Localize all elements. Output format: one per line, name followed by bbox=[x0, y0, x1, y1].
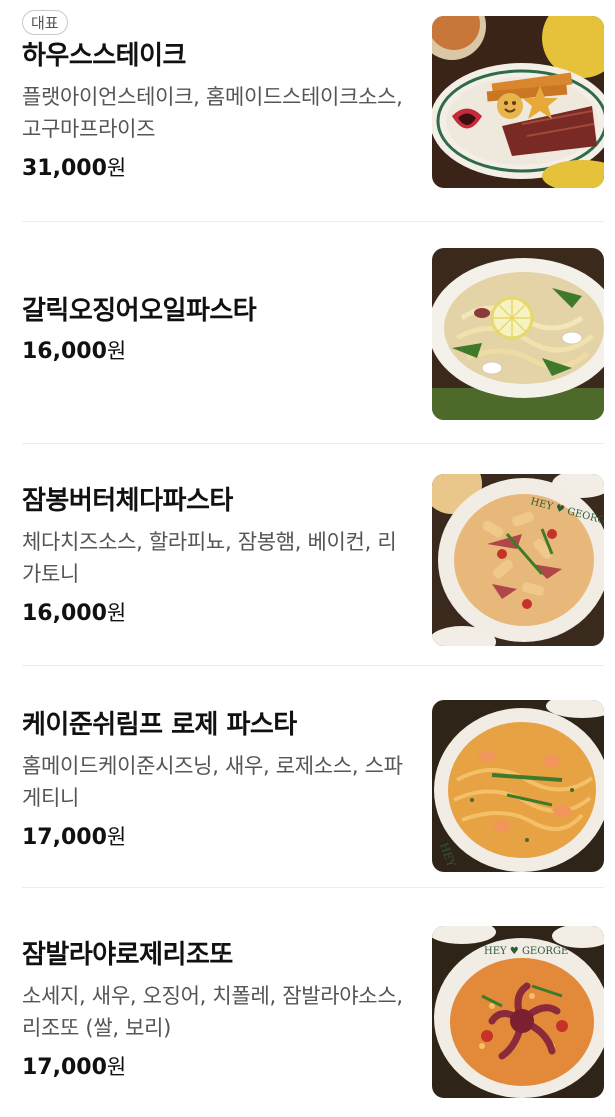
menu-item-name: 잠발라야로제리조또 bbox=[22, 940, 233, 970]
menu-item-price: 16,000원 bbox=[22, 598, 407, 629]
menu-item-jambon-butter-cheddar-pasta[interactable]: 잠봉버터체다파스타 체다치즈소스, 할라피뇨, 잠봉햄, 베이컨, 리가토니 1… bbox=[22, 444, 604, 666]
menu-item-price: 16,000원 bbox=[22, 336, 407, 367]
menu-item-info: 갈릭오징어오일파스타 16,000원 bbox=[22, 294, 407, 367]
rigatoni-pasta-image: HEY ♥ GEORGE bbox=[432, 474, 604, 646]
menu-item-description: 플랫아이언스테이크, 홈메이드스테이크소스, 고구마프라이즈 bbox=[22, 85, 403, 141]
price-value: 16,000 bbox=[22, 601, 107, 626]
oil-pasta-image bbox=[432, 248, 604, 420]
rose-pasta-photo[interactable]: HEY bbox=[432, 700, 604, 872]
price-currency: 원 bbox=[106, 825, 127, 849]
menu-item-info: 잠봉버터체다파스타 체다치즈소스, 할라피뇨, 잠봉햄, 베이컨, 리가토니 1… bbox=[22, 484, 407, 629]
menu-item-info: 대표 하우스스테이크 플랫아이언스테이크, 홈메이드스테이크소스, 고구마프라이… bbox=[22, 10, 407, 184]
price-currency: 원 bbox=[106, 339, 127, 363]
menu-item-price: 17,000원 bbox=[22, 822, 407, 853]
steak-plate-photo[interactable] bbox=[432, 16, 604, 188]
svg-text:HEY ♥ GEORGE: HEY ♥ GEORGE bbox=[484, 946, 568, 957]
price-currency: 원 bbox=[106, 1055, 127, 1079]
menu-item-garlic-squid-oil-pasta[interactable]: 갈릭오징어오일파스타 16,000원 bbox=[22, 222, 604, 444]
menu-item-name: 갈릭오징어오일파스타 bbox=[22, 296, 257, 326]
rigatoni-pasta-photo[interactable]: HEY ♥ GEORGE bbox=[432, 474, 604, 646]
price-value: 16,000 bbox=[22, 339, 107, 364]
menu-item-name: 잠봉버터체다파스타 bbox=[22, 486, 233, 516]
menu-item-description: 소세지, 새우, 오징어, 치폴레, 잠발라야소스, 리조또 (쌀, 보리) bbox=[22, 984, 403, 1040]
menu-item-price: 17,000원 bbox=[22, 1052, 407, 1083]
steak-plate-image bbox=[432, 16, 604, 188]
risotto-image: HEY ♥ GEORGE bbox=[432, 926, 604, 1098]
menu-item-price: 31,000원 bbox=[22, 153, 407, 184]
rose-pasta-image: HEY bbox=[432, 700, 604, 872]
menu-item-name: 케이준쉬림프 로제 파스타 bbox=[22, 710, 297, 740]
menu-item-info: 케이준쉬림프 로제 파스타 홈메이드케이준시즈닝, 새우, 로제소스, 스파게티… bbox=[22, 708, 407, 853]
menu-list: 대표 하우스스테이크 플랫아이언스테이크, 홈메이드스테이크소스, 고구마프라이… bbox=[0, 0, 615, 1117]
price-currency: 원 bbox=[106, 156, 127, 180]
menu-item-cajun-shrimp-rose-pasta[interactable]: 케이준쉬림프 로제 파스타 홈메이드케이준시즈닝, 새우, 로제소스, 스파게티… bbox=[22, 666, 604, 888]
menu-item-house-steak[interactable]: 대표 하우스스테이크 플랫아이언스테이크, 홈메이드스테이크소스, 고구마프라이… bbox=[22, 0, 604, 222]
oil-pasta-photo[interactable] bbox=[432, 248, 604, 420]
price-value: 17,000 bbox=[22, 1055, 107, 1080]
menu-item-jambalaya-rose-risotto[interactable]: 잠발라야로제리조또 소세지, 새우, 오징어, 치폴레, 잠발라야소스, 리조또… bbox=[22, 888, 604, 1117]
menu-item-name: 하우스스테이크 bbox=[22, 41, 186, 71]
price-currency: 원 bbox=[106, 601, 127, 625]
menu-item-description: 체다치즈소스, 할라피뇨, 잠봉햄, 베이컨, 리가토니 bbox=[22, 530, 397, 586]
menu-item-description: 홈메이드케이준시즈닝, 새우, 로제소스, 스파게티니 bbox=[22, 754, 403, 810]
price-value: 31,000 bbox=[22, 156, 107, 181]
signature-badge: 대표 bbox=[22, 10, 68, 35]
risotto-photo[interactable]: HEY ♥ GEORGE bbox=[432, 926, 604, 1098]
menu-item-info: 잠발라야로제리조또 소세지, 새우, 오징어, 치폴레, 잠발라야소스, 리조또… bbox=[22, 938, 407, 1083]
price-value: 17,000 bbox=[22, 825, 107, 850]
